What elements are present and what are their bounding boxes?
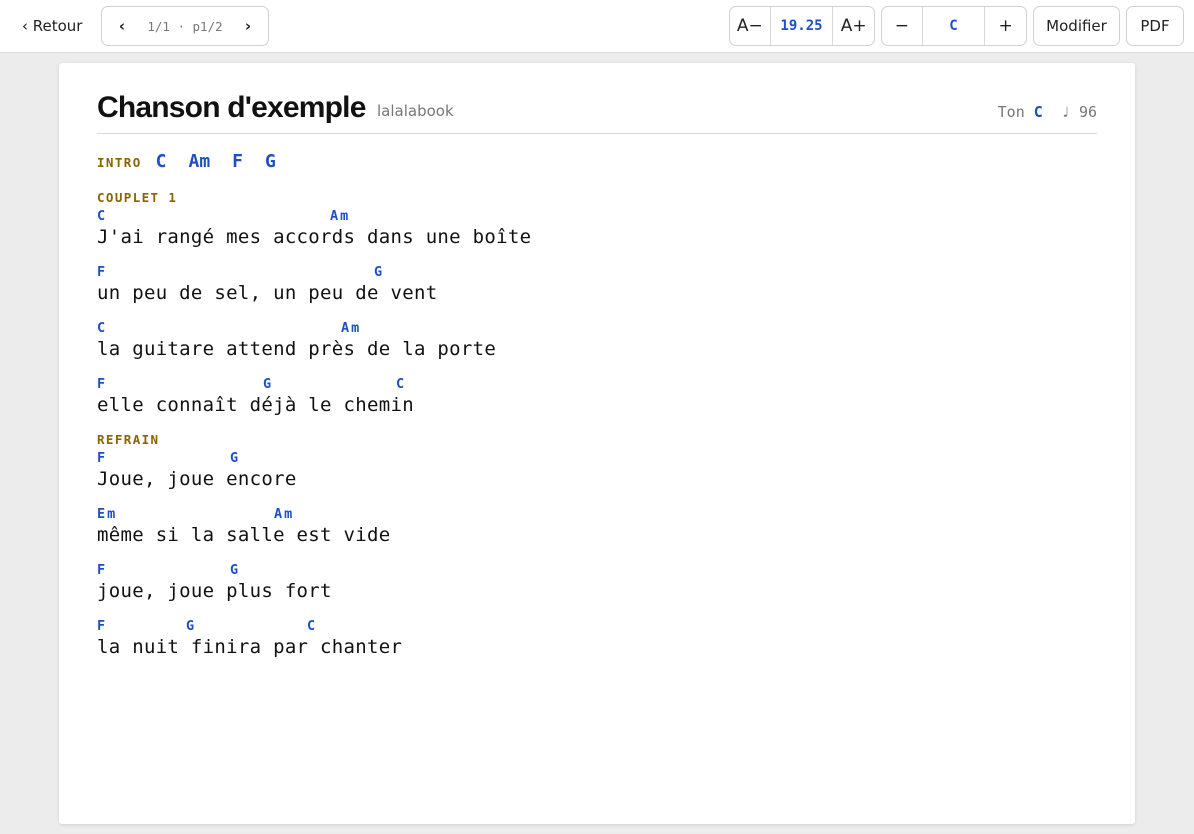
chorus-label: REFRAIN bbox=[97, 432, 160, 447]
lyric-text: la guitare attend près de la porte bbox=[97, 338, 497, 360]
lyric-line: C Am la guitare attend près de la porte bbox=[97, 319, 531, 375]
back-label: ‹ Retour bbox=[22, 17, 83, 35]
intro-chord: F bbox=[232, 151, 244, 172]
lyric-text: elle connaît déjà le chemin bbox=[97, 394, 414, 416]
song-artist: lalalabook bbox=[377, 102, 454, 120]
font-decrease-button[interactable]: A− bbox=[730, 7, 771, 45]
page-navigation: ‹ 1/1 · p1/2 › bbox=[101, 6, 269, 46]
key-value: C bbox=[1033, 103, 1043, 121]
tempo-note-icon: ♩ bbox=[1060, 103, 1070, 121]
transpose-control: − C + bbox=[881, 6, 1027, 46]
page-indicator: 1/1 · p1/2 bbox=[147, 18, 223, 34]
lyric-line: F G Joue, joue encore bbox=[97, 449, 531, 505]
chord-label: G bbox=[263, 376, 274, 392]
lyric-text: Joue, joue encore bbox=[97, 468, 297, 490]
intro-section: INTRO C Am F G bbox=[97, 151, 531, 189]
chord-label: Am bbox=[341, 320, 362, 336]
chord-label: F bbox=[97, 618, 108, 634]
chord-label: F bbox=[97, 376, 108, 392]
chord-label: G bbox=[230, 450, 241, 466]
tempo-value: 96 bbox=[1078, 103, 1097, 121]
chevron-right-icon: › bbox=[244, 17, 252, 35]
song-header: Chanson d'exemple lalalabook Ton C ♩ 96 bbox=[97, 85, 1097, 134]
pdf-button[interactable]: PDF bbox=[1126, 6, 1184, 46]
lyric-text: même si la salle est vide bbox=[97, 524, 391, 546]
chord-label: C bbox=[307, 618, 318, 634]
chord-label: Am bbox=[274, 506, 295, 522]
intro-chord: C bbox=[155, 151, 167, 172]
chord-label: C bbox=[97, 320, 108, 336]
chord-label: G bbox=[374, 264, 385, 280]
intro-label: INTRO bbox=[97, 155, 142, 170]
lyric-line: C Am J'ai rangé mes accords dans une boî… bbox=[97, 207, 531, 263]
chord-label: C bbox=[396, 376, 407, 392]
lyric-line: Em Am même si la salle est vide bbox=[97, 505, 531, 561]
transpose-up-button[interactable]: + bbox=[985, 7, 1026, 45]
lyric-line: F G joue, joue plus fort bbox=[97, 561, 531, 617]
intro-chord: G bbox=[265, 151, 276, 172]
chorus-section: REFRAIN F G Joue, joue encore Em Am même… bbox=[97, 431, 531, 673]
lyric-text: un peu de sel, un peu de vent bbox=[97, 282, 438, 304]
chord-label: G bbox=[186, 618, 197, 634]
verse-section: COUPLET 1 C Am J'ai rangé mes accords da… bbox=[97, 189, 531, 431]
font-size-value: 19.25 bbox=[771, 7, 834, 45]
song-title: Chanson d'exemple bbox=[97, 91, 366, 124]
chord-label: Em bbox=[97, 506, 118, 522]
chord-label: F bbox=[97, 562, 108, 578]
top-toolbar: ‹ Retour ‹ 1/1 · p1/2 › A− 19.25 A+ − C … bbox=[0, 0, 1194, 53]
song-sheet: Chanson d'exemple lalalabook Ton C ♩ 96 … bbox=[59, 63, 1135, 824]
chord-label: Am bbox=[330, 208, 351, 224]
transpose-key-value: C bbox=[923, 7, 986, 45]
lyric-text: J'ai rangé mes accords dans une boîte bbox=[97, 226, 532, 248]
chevron-left-icon: ‹ bbox=[118, 17, 126, 35]
lyric-line: F G C la nuit finira par chanter bbox=[97, 617, 531, 673]
verse-label: COUPLET 1 bbox=[97, 190, 178, 205]
font-increase-button[interactable]: A+ bbox=[833, 7, 874, 45]
song-body: INTRO C Am F G COUPLET 1 C Am J'ai rangé… bbox=[97, 151, 531, 673]
chord-label: F bbox=[97, 264, 108, 280]
transpose-down-button[interactable]: − bbox=[882, 7, 923, 45]
lyric-text: la nuit finira par chanter bbox=[97, 636, 403, 658]
edit-button[interactable]: Modifier bbox=[1033, 6, 1120, 46]
font-size-control: A− 19.25 A+ bbox=[729, 6, 875, 46]
chord-label: G bbox=[230, 562, 241, 578]
next-page-button[interactable]: › bbox=[228, 7, 268, 45]
song-meta: Ton C ♩ 96 bbox=[998, 103, 1097, 121]
previous-page-button[interactable]: ‹ bbox=[102, 7, 142, 45]
chord-label: C bbox=[97, 208, 108, 224]
intro-chord: Am bbox=[188, 151, 211, 172]
lyric-text: joue, joue plus fort bbox=[97, 580, 332, 602]
key-label: Ton bbox=[997, 103, 1025, 121]
lyric-line: F G un peu de sel, un peu de vent bbox=[97, 263, 531, 319]
back-button[interactable]: ‹ Retour bbox=[22, 14, 82, 38]
lyric-line: F G C elle connaît déjà le chemin bbox=[97, 375, 531, 431]
chord-label: F bbox=[97, 450, 108, 466]
